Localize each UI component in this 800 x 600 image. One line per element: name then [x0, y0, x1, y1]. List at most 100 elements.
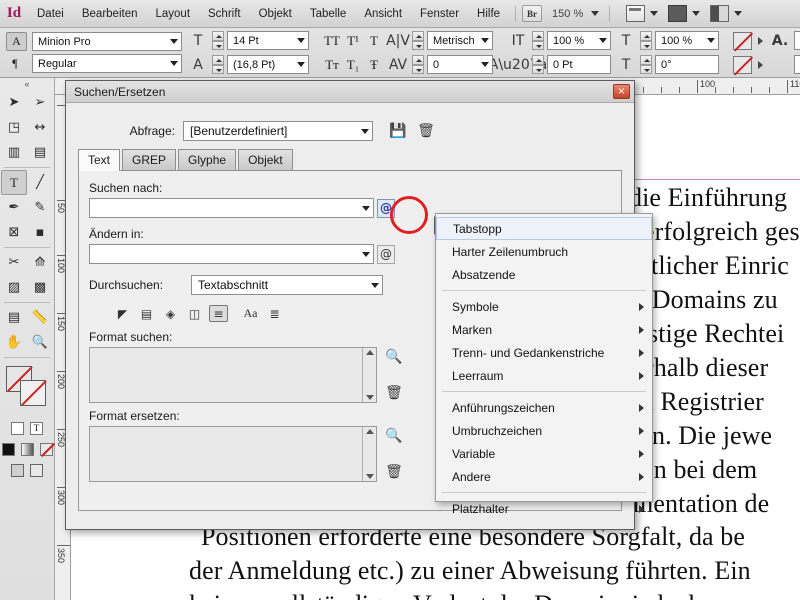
measure-tool[interactable]: 📏	[27, 305, 53, 330]
free-transform-tool[interactable]: ⟰	[27, 250, 53, 275]
tab-grep[interactable]: GREP	[122, 149, 176, 170]
kerning-stepper[interactable]	[412, 31, 424, 50]
chevron-right-icon-stroke[interactable]	[758, 61, 763, 69]
page-tool[interactable]: ◳	[1, 115, 27, 140]
menu-tabelle[interactable]: Tabelle	[301, 0, 355, 28]
gap-tool[interactable]: ↔	[27, 115, 53, 140]
menu-datei[interactable]: Datei	[28, 0, 73, 28]
find-format-box[interactable]	[89, 347, 377, 403]
chevron-down-icon-view[interactable]	[650, 11, 658, 16]
find-input[interactable]	[89, 198, 374, 218]
font-size-stepper[interactable]	[212, 31, 224, 50]
menu-layout[interactable]: Layout	[146, 0, 199, 28]
pen-tool[interactable]: ✒	[1, 195, 27, 220]
change-format-box[interactable]	[89, 426, 377, 482]
dialog-titlebar[interactable]: Suchen/Ersetzen ×	[66, 81, 634, 103]
menu-item-andere[interactable]: Andere	[436, 465, 652, 488]
gradient-swatch-tool[interactable]: ▨	[1, 275, 27, 300]
find-format-specify-icon[interactable]: 🔍	[383, 347, 405, 367]
vertical-scale-combo[interactable]: 100 %	[547, 31, 611, 50]
baseline-shift-stepper[interactable]	[532, 55, 544, 74]
leading-combo[interactable]: (16,8 Pt)	[227, 55, 309, 74]
menu-item-leerraum[interactable]: Leerraum	[436, 364, 652, 387]
tab-objekt[interactable]: Objekt	[238, 149, 293, 170]
menu-item-umbruchzeichen[interactable]: Umbruchzeichen	[436, 419, 652, 442]
menu-bearbeiten[interactable]: Bearbeiten	[73, 0, 147, 28]
menu-schrift[interactable]: Schrift	[199, 0, 250, 28]
tab-glyphe[interactable]: Glyphe	[178, 149, 236, 170]
case-sensitive-icon[interactable]: Aa	[241, 305, 260, 322]
baseline-shift-field[interactable]: 0 Pt	[547, 55, 611, 74]
menu-ansicht[interactable]: Ansicht	[355, 0, 411, 28]
workspace-icon[interactable]	[710, 5, 729, 22]
strikethrough-button[interactable]: Ŧ	[365, 55, 383, 74]
menu-item-symbole[interactable]: Symbole	[436, 295, 652, 318]
paragraph-style-combo[interactable]: [Ohne]	[794, 31, 800, 50]
whole-word-icon[interactable]: ≣	[265, 305, 284, 322]
menu-item-tabstopp[interactable]: Tabstopp	[436, 217, 652, 240]
line-tool[interactable]: ╱	[27, 170, 53, 195]
zoom-level[interactable]: 150 %	[542, 8, 599, 20]
direct-selection-tool[interactable]: ➢	[27, 90, 53, 115]
find-format-clear-icon[interactable]: 🗑	[383, 383, 405, 403]
change-input[interactable]	[89, 244, 374, 264]
apply-none-button[interactable]	[40, 443, 53, 456]
pencil-tool[interactable]: ✎	[27, 195, 53, 220]
tab-text[interactable]: Text	[78, 149, 120, 171]
change-format-specify-icon[interactable]: 🔍	[383, 426, 405, 446]
include-footnotes-icon[interactable]: ≡	[209, 305, 228, 322]
font-size-combo[interactable]: 14 Pt	[227, 31, 309, 50]
horizontal-scale-combo[interactable]: 100 %	[655, 31, 719, 50]
find-format-scrollbar[interactable]	[362, 348, 376, 402]
font-family-combo[interactable]: Minion Pro	[32, 32, 182, 51]
chevron-down-icon-workspace[interactable]	[734, 11, 742, 16]
save-query-icon[interactable]: 💾	[387, 121, 409, 141]
menu-fenster[interactable]: Fenster	[411, 0, 468, 28]
hand-tool[interactable]: ✋	[1, 330, 27, 355]
font-style-combo[interactable]: Regular	[32, 54, 182, 73]
screen-mode-icon[interactable]	[668, 5, 687, 22]
menu-hilfe[interactable]: Hilfe	[468, 0, 509, 28]
stroke-swatch[interactable]	[20, 380, 46, 406]
content-placer-tool[interactable]: ▤	[27, 140, 53, 165]
horizontal-scale-stepper[interactable]	[640, 31, 652, 50]
chevron-down-icon-scope[interactable]	[371, 283, 379, 288]
menu-item-harter-zeilenumbruch[interactable]: Harter Zeilenumbruch	[436, 240, 652, 263]
skew-field[interactable]: 0°	[655, 55, 719, 74]
scope-combo[interactable]: Textabschnitt	[191, 275, 383, 295]
gradient-feather-tool[interactable]: ▩	[27, 275, 53, 300]
type-tool[interactable]: T	[1, 170, 27, 195]
all-caps-button[interactable]: TT	[323, 31, 341, 50]
close-icon[interactable]: ×	[613, 84, 630, 99]
character-formatting-button[interactable]: A	[6, 32, 27, 51]
kerning-combo[interactable]: Metrisch	[427, 31, 493, 50]
leading-stepper[interactable]	[212, 55, 224, 74]
vertical-scale-stepper[interactable]	[532, 31, 544, 50]
include-hidden-layers-icon[interactable]: ◈	[161, 305, 180, 322]
menu-item-absatzende[interactable]: Absatzende	[436, 263, 652, 286]
change-format-clear-icon[interactable]: 🗑	[383, 462, 405, 482]
query-combo[interactable]: [Benutzerdefiniert]	[183, 121, 373, 141]
include-locked-layers-icon[interactable]: ◤	[113, 305, 132, 322]
include-master-pages-icon[interactable]: ◫	[185, 305, 204, 322]
zoom-tool[interactable]: 🔍	[27, 330, 53, 355]
change-special-char-icon[interactable]: @	[377, 245, 395, 264]
chevron-down-icon-find[interactable]	[362, 206, 370, 211]
menu-item-variable[interactable]: Variable	[436, 442, 652, 465]
bridge-button[interactable]: Br	[522, 5, 542, 22]
menu-item-anfuehrungszeichen[interactable]: Anführungszeichen	[436, 396, 652, 419]
menu-item-platzhalter[interactable]: Platzhalter	[436, 497, 652, 520]
frame-tool[interactable]: ⊠	[1, 220, 27, 245]
preview-mode-button[interactable]	[30, 464, 43, 477]
normal-view-mode-button[interactable]	[11, 464, 24, 477]
stroke-none-swatch[interactable]	[733, 56, 752, 74]
menu-objekt[interactable]: Objekt	[250, 0, 301, 28]
format-container-button[interactable]	[11, 422, 24, 435]
scissors-tool[interactable]: ✂	[1, 250, 27, 275]
apply-gradient-button[interactable]	[21, 443, 34, 456]
chevron-down-icon-screen[interactable]	[692, 11, 700, 16]
underline-button[interactable]: T	[365, 31, 383, 50]
chevron-down-icon-change[interactable]	[362, 252, 370, 257]
change-format-scrollbar[interactable]	[362, 427, 376, 481]
subscript-button[interactable]: T₁	[344, 55, 362, 74]
